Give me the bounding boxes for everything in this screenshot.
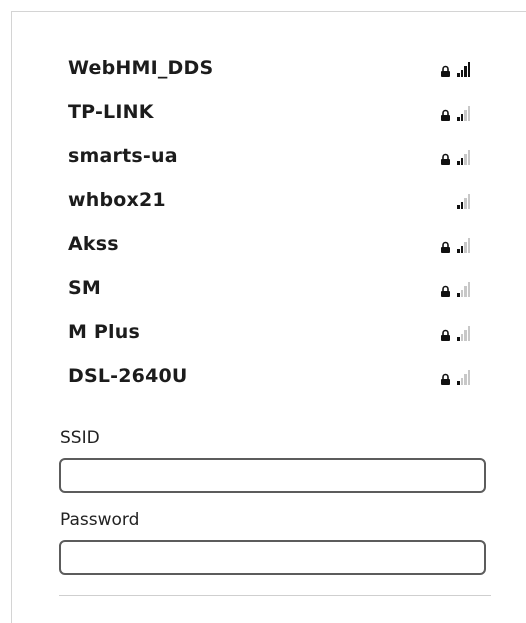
wifi-signal-icon	[457, 281, 470, 297]
ssid-input[interactable]	[59, 458, 486, 493]
network-status	[440, 323, 470, 341]
network-ssid: WebHMI_DDS	[68, 57, 214, 79]
wifi-signal-icon	[457, 149, 470, 165]
lock-icon	[441, 373, 450, 385]
network-status	[440, 279, 470, 297]
network-item[interactable]: TP-LINK	[68, 90, 470, 134]
network-ssid: SM	[68, 277, 101, 299]
wifi-signal-icon	[457, 369, 470, 385]
lock-icon	[441, 329, 450, 341]
password-input[interactable]	[59, 540, 486, 575]
password-label: Password	[60, 510, 140, 530]
network-ssid: Akss	[68, 233, 119, 255]
network-ssid: whbox21	[68, 189, 166, 211]
wifi-signal-icon	[457, 237, 470, 253]
wifi-signal-icon	[457, 105, 470, 121]
lock-icon	[441, 65, 450, 77]
network-ssid: DSL-2640U	[68, 365, 188, 387]
network-status	[440, 235, 470, 253]
network-status	[440, 103, 470, 121]
wifi-signal-icon	[457, 193, 470, 209]
ssid-label: SSID	[60, 428, 100, 448]
network-item[interactable]: WebHMI_DDS	[68, 46, 470, 90]
wifi-network-list: WebHMI_DDS TP-LINK smarts-ua whbox21 Aks…	[68, 46, 470, 398]
lock-icon	[441, 153, 450, 165]
network-item[interactable]: whbox21	[68, 178, 470, 222]
network-ssid: M Plus	[68, 321, 140, 343]
lock-icon	[441, 241, 450, 253]
network-status	[440, 147, 470, 165]
lock-icon	[441, 109, 450, 121]
network-item[interactable]: M Plus	[68, 310, 470, 354]
network-item[interactable]: DSL-2640U	[68, 354, 470, 398]
network-item[interactable]: smarts-ua	[68, 134, 470, 178]
network-item[interactable]: Akss	[68, 222, 470, 266]
network-item[interactable]: SM	[68, 266, 470, 310]
wifi-signal-icon	[457, 61, 470, 77]
wifi-signal-icon	[457, 325, 470, 341]
network-ssid: smarts-ua	[68, 145, 178, 167]
lock-icon	[441, 285, 450, 297]
network-ssid: TP-LINK	[68, 101, 154, 123]
network-status	[440, 367, 470, 385]
network-status	[440, 59, 470, 77]
network-status	[440, 191, 470, 209]
divider	[59, 595, 491, 596]
